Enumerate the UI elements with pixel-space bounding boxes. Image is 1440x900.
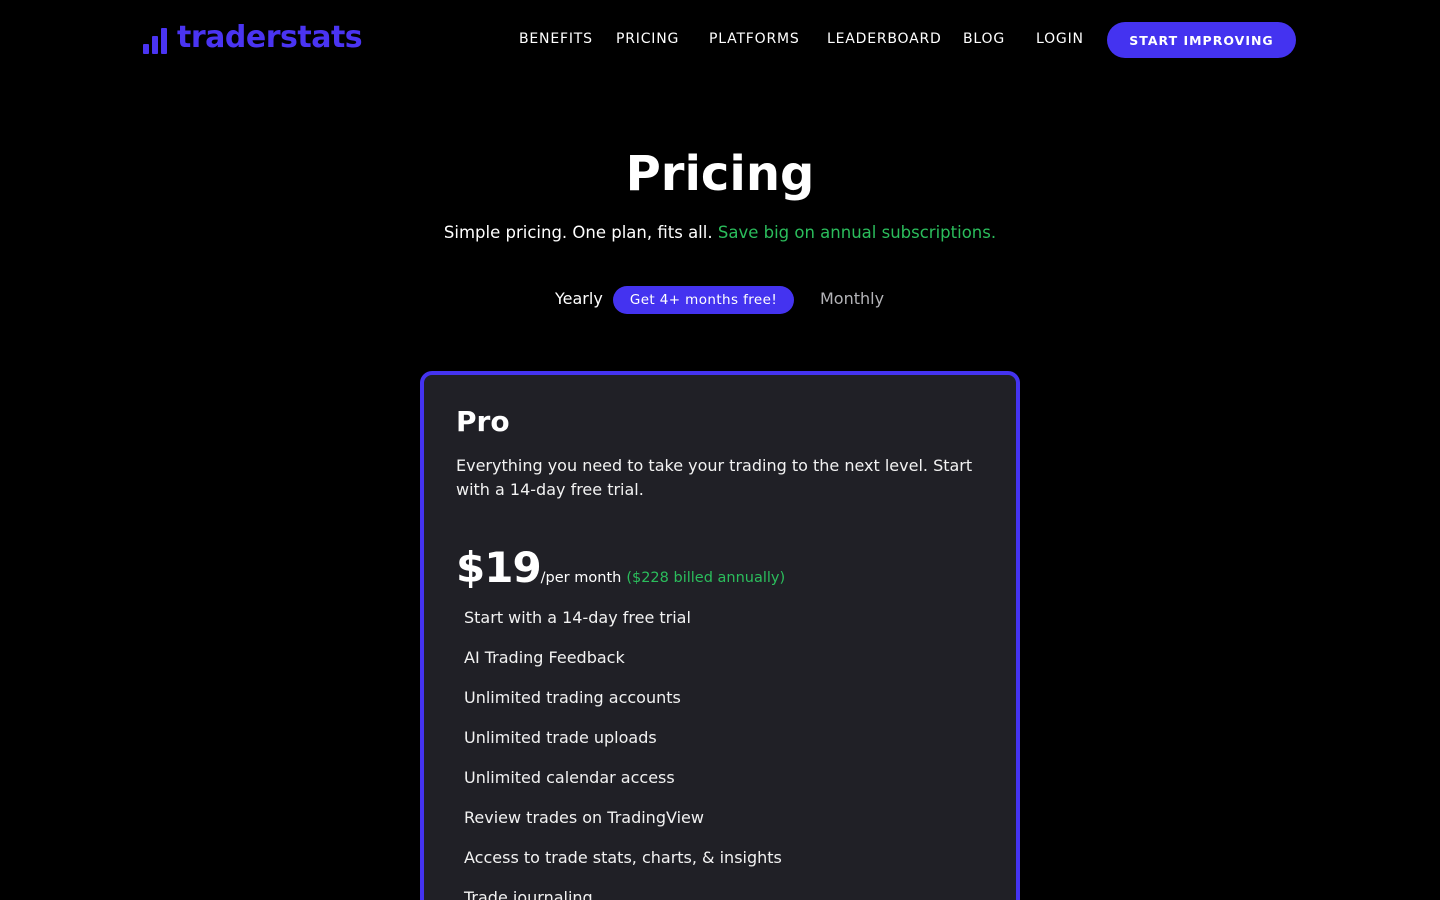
plan-description: Everything you need to take your trading… bbox=[456, 456, 973, 499]
nav-link-leaderboard[interactable]: LEADERBOARD bbox=[827, 31, 942, 47]
feature-item: Unlimited trading accounts bbox=[464, 688, 681, 707]
monthly-option[interactable]: Monthly bbox=[820, 289, 884, 308]
feature-item: Start with a 14-day free trial bbox=[464, 608, 691, 627]
nav-link-benefits[interactable]: BENEFITS bbox=[519, 31, 593, 47]
price-period: /per month bbox=[540, 570, 622, 586]
start-improving-button[interactable]: START IMPROVING bbox=[1107, 22, 1296, 58]
feature-item: Access to trade stats, charts, & insight… bbox=[464, 848, 782, 867]
pro-plan-card: Pro Everything you need to take your tra… bbox=[420, 371, 1020, 900]
nav-link-login[interactable]: LOGIN bbox=[1036, 31, 1084, 47]
billed-annually-note: ($228 billed annually) bbox=[626, 570, 786, 586]
page-title: Pricing bbox=[625, 146, 815, 202]
feature-list: Start with a 14-day free trial AI Tradin… bbox=[464, 605, 782, 900]
feature-item: Review trades on TradingView bbox=[464, 808, 704, 827]
nav-link-platforms[interactable]: PLATFORMS bbox=[709, 31, 800, 47]
feature-item: Trade journaling bbox=[464, 888, 593, 900]
pricing-subtitle: Simple pricing. One plan, fits all. Save… bbox=[0, 222, 1440, 244]
price-row: $19 /per month ($228 billed annually) bbox=[456, 543, 785, 593]
nav-link-pricing[interactable]: PRICING bbox=[616, 31, 679, 47]
site-header: traderstats BENEFITS PRICING PLATFORMS L… bbox=[0, 0, 1440, 80]
plan-name: Pro bbox=[456, 405, 510, 438]
nav-link-blog[interactable]: BLOG bbox=[963, 31, 1005, 47]
feature-item: AI Trading Feedback bbox=[464, 648, 625, 667]
billing-toggle: Yearly Get 4+ months free! Monthly bbox=[0, 286, 1440, 314]
subtitle-highlight: Save big on annual subscriptions. bbox=[717, 223, 997, 242]
feature-item: Unlimited trade uploads bbox=[464, 728, 657, 747]
yearly-option[interactable]: Yearly bbox=[555, 289, 603, 308]
plan-price: $19 bbox=[456, 543, 542, 592]
free-months-badge[interactable]: Get 4+ months free! bbox=[613, 286, 794, 314]
feature-item: Unlimited calendar access bbox=[464, 768, 675, 787]
subtitle-text: Simple pricing. One plan, fits all. bbox=[443, 223, 713, 242]
